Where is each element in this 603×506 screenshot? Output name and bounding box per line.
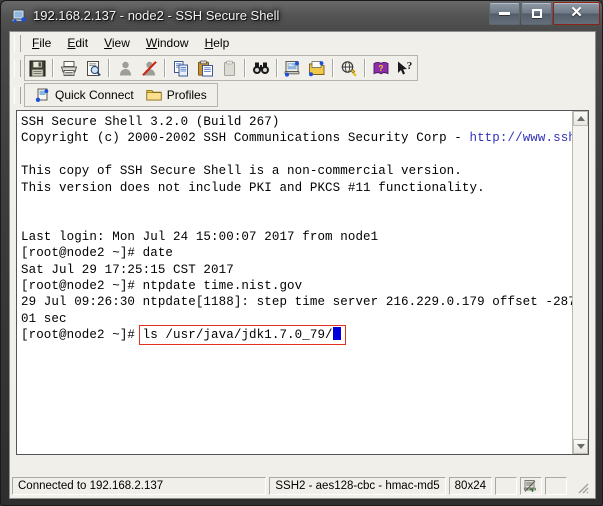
context-help-icon[interactable]: ? (393, 56, 417, 80)
settings-icon[interactable] (337, 56, 361, 80)
terminal-line: This copy of SSH Secure Shell is a non-c… (21, 164, 462, 179)
file-transfer-icon[interactable] (305, 56, 329, 80)
window-controls: ✕ (488, 2, 600, 25)
toolbar-grip[interactable] (14, 59, 21, 77)
status-terminal-size: 80x24 (448, 477, 492, 495)
menu-item-edit[interactable]: Edit (59, 34, 96, 52)
terminal-prompt-line: [root@node2 ~]# ls /usr/java/jdk1.7.0_79… (21, 327, 572, 343)
svg-text:?: ? (407, 60, 413, 72)
toolbar-separator (52, 59, 54, 77)
toolbar-separator (244, 59, 246, 77)
new-file-transfer-icon[interactable] (281, 56, 305, 80)
status-cipher: SSH2 - aes128-cbc - hmac-md5 (269, 477, 446, 495)
toolbar: ? ? (10, 54, 595, 82)
terminal-line: This version does not include PKI and PK… (21, 180, 485, 195)
profiles-label: Profiles (166, 88, 207, 102)
status-connection: Connected to 192.168.2.137 (12, 477, 267, 495)
status-transfer-icon[interactable] (520, 477, 542, 495)
scroll-up-arrow[interactable] (573, 111, 588, 126)
status-indicator-blank-1 (495, 477, 517, 495)
terminal-line: [root@node2 ~]# date (21, 246, 174, 261)
scrollbar-track[interactable] (573, 126, 588, 439)
terminal-line: [root@node2 ~]# ntpdate time.nist.gov (21, 279, 303, 294)
copy-icon[interactable] (169, 56, 193, 80)
maximize-button[interactable] (521, 2, 552, 25)
quick-connect-button[interactable]: Quick Connect (29, 85, 140, 105)
disconnect-icon[interactable] (137, 56, 161, 80)
folder-icon (146, 88, 162, 102)
find-icon[interactable] (249, 56, 273, 80)
quickbar-grip[interactable] (14, 86, 21, 104)
minimize-button[interactable] (489, 2, 520, 25)
command-input[interactable]: ls /usr/java/jdk1.7.0_79/ (143, 328, 333, 342)
clipboard-icon[interactable] (217, 56, 241, 80)
menu-item-view[interactable]: View (96, 34, 138, 52)
window-title: 192.168.2.137 - node2 - SSH Secure Shell (33, 8, 280, 23)
print-icon[interactable] (57, 56, 81, 80)
terminal-line: 29 Jul 09:26:30 ntpdate[1188]: step time… (21, 295, 572, 310)
menubar-grip[interactable] (14, 34, 21, 52)
status-bar: Connected to 192.168.2.137 SSH2 - aes128… (10, 474, 595, 498)
quick-bar: Quick Connect Profiles (10, 82, 595, 108)
paste-icon[interactable] (193, 56, 217, 80)
toolbar-separator (364, 59, 366, 77)
toolbar-separator (276, 59, 278, 77)
menu-item-window[interactable]: Window (138, 34, 197, 52)
ssh-secure-shell-window: 192.168.2.137 - node2 - SSH Secure Shell… (0, 0, 603, 506)
title-bar[interactable]: 192.168.2.137 - node2 - SSH Secure Shell… (1, 1, 602, 31)
menu-bar: File Edit View Window Help (10, 32, 595, 54)
close-button[interactable]: ✕ (553, 2, 600, 25)
quick-connect-label: Quick Connect (55, 88, 134, 102)
minimize-icon (499, 12, 510, 15)
quick-connect-icon (35, 88, 50, 103)
toolbar-separator (164, 59, 166, 77)
menu-item-file[interactable]: File (24, 34, 59, 52)
terminal-line: 01 sec (21, 311, 67, 326)
terminal-output[interactable]: SSH Secure Shell 3.2.0 (Build 267) Copyri… (17, 111, 572, 454)
connect-icon[interactable] (113, 56, 137, 80)
status-resize-pane[interactable] (570, 477, 590, 495)
terminal-panel: SSH Secure Shell 3.2.0 (Build 267) Copyri… (16, 110, 589, 455)
scroll-up-icon (576, 116, 585, 121)
toolbar-buttons: ? ? (24, 55, 418, 81)
svg-text:?: ? (379, 64, 384, 73)
resize-grip-icon (578, 483, 589, 494)
terminal-scrollbar[interactable] (572, 111, 588, 454)
window-bottom-frame (1, 497, 602, 505)
menu-item-help[interactable]: Help (197, 34, 238, 52)
help-book-icon[interactable]: ? (369, 56, 393, 80)
block-cursor (332, 327, 341, 341)
scroll-down-icon (576, 444, 585, 449)
ssh-app-icon (11, 8, 27, 24)
maximize-icon (531, 9, 542, 18)
terminal-link[interactable]: http://www.ssh.com/ (469, 131, 572, 145)
print-preview-icon[interactable] (81, 56, 105, 80)
shell-prompt: [root@node2 ~]# (21, 328, 143, 343)
status-indicator-blank-2 (545, 477, 567, 495)
terminal-line: Copyright (c) 2000-2002 SSH Communicatio… (21, 130, 572, 146)
close-icon: ✕ (570, 5, 583, 21)
quickbar-buttons: Quick Connect Profiles (24, 83, 218, 107)
toolbar-separator (108, 59, 110, 77)
profiles-button[interactable]: Profiles (140, 85, 213, 105)
terminal-line: Last login: Mon Jul 24 15:00:07 2017 fro… (21, 229, 379, 244)
toolbar-separator (332, 59, 334, 77)
terminal-line-text: Copyright (c) 2000-2002 SSH Communicatio… (21, 131, 470, 146)
save-icon[interactable] (25, 56, 49, 80)
scroll-down-arrow[interactable] (573, 439, 588, 454)
client-area: File Edit View Window Help ? ? Quick Con… (9, 31, 596, 499)
terminal-line: Sat Jul 29 17:25:15 CST 2017 (21, 262, 234, 277)
terminal-line: SSH Secure Shell 3.2.0 (Build 267) (21, 115, 280, 129)
